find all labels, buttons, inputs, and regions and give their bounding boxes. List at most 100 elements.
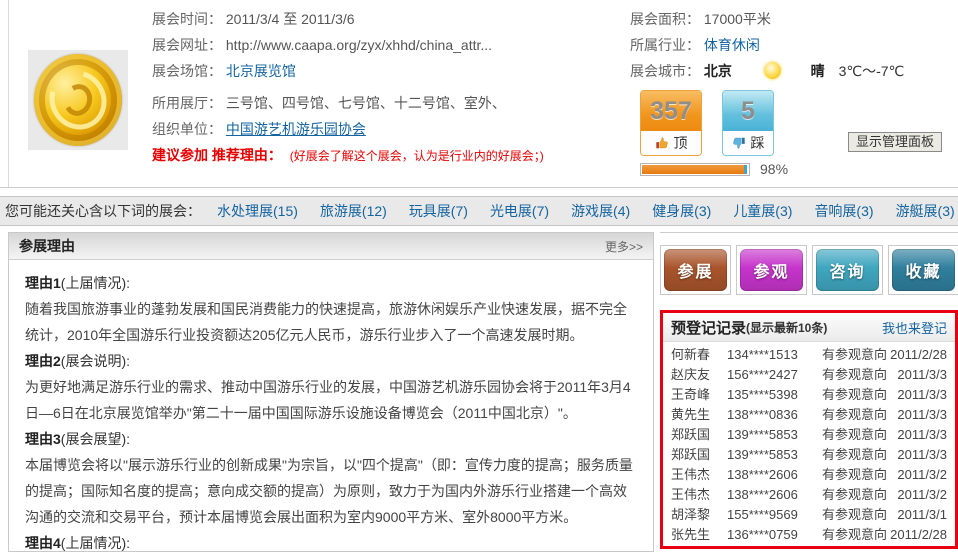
registry-row: 黄先生 138****0836 有参观意向 2011/3/3 (671, 405, 947, 425)
vote-down-button[interactable]: 5 踩 (722, 90, 774, 156)
weather-temperature: 3℃～-7℃ (839, 63, 905, 79)
registrant-phone: 136****0759 (727, 525, 822, 545)
halls-value: 三号馆、四号馆、七号馆、十二号馆、室外、 (226, 95, 506, 111)
action-cell: 参展 (660, 245, 731, 295)
keyword-link-toy[interactable]: 玩具展(7) (409, 201, 468, 221)
registrant-intent: 有参观意向 (822, 445, 897, 465)
keyword-link-yacht[interactable]: 游艇展(3) (896, 201, 955, 221)
info-row-time: 展会时间： 2011/3/4 至 2011/3/6 (152, 6, 622, 32)
keyword-link-water[interactable]: 水处理展(15) (217, 201, 298, 221)
organizer-label: 组织单位： (152, 121, 222, 137)
join-exhibit-button[interactable]: 参展 (664, 249, 727, 291)
registrant-name: 王伟杰 (671, 465, 727, 485)
info-row-industry: 所属行业： 体育休闲 (630, 32, 950, 58)
registrant-intent: 有参观意向 (822, 525, 890, 545)
registration-date: 2011/2/28 (890, 525, 947, 545)
registrant-name: 何新春 (671, 345, 727, 365)
registry-row: 张先生 136****0759 有参观意向 2011/2/28 (671, 525, 947, 545)
registrant-phone: 138****0836 (727, 405, 822, 425)
info-row-organizer: 组织单位： 中国游艺机游乐园协会 (152, 116, 622, 142)
registrant-name: 张先生 (671, 525, 727, 545)
registrant-name: 郑跃国 (671, 425, 727, 445)
reason-heading: 理由3(展会展望): (25, 426, 637, 452)
registrant-name: 王伟杰 (671, 485, 727, 505)
main-content: 参展理由 更多>> 理由1(上届情况): 随着我国旅游事业的蓬勃发展和国民消费能… (8, 232, 958, 552)
registrant-intent: 有参观意向 (822, 425, 897, 445)
registrant-phone: 139****5853 (727, 445, 822, 465)
registry-row: 郑跃国 139****5853 有参观意向 2011/3/3 (671, 445, 947, 465)
registry-row: 王奇峰 135****5398 有参观意向 2011/3/3 (671, 385, 947, 405)
city-value: 北京 (704, 63, 732, 79)
registration-date: 2011/3/3 (897, 365, 947, 385)
recommend-note: (好展会了解这个展会，认为是行业内的好展会；) (290, 149, 544, 163)
related-keywords-bar: 您可能还关心含以下词的展会： 水处理展(15) 旅游展(12) 玩具展(7) 光… (0, 196, 958, 226)
exhibition-detail-page: 展会时间： 2011/3/4 至 2011/3/6 展会网址： http://w… (0, 0, 958, 552)
exhibition-summary: 展会时间： 2011/3/4 至 2011/3/6 展会网址： http://w… (0, 0, 958, 188)
registrant-phone: 155****9569 (727, 505, 822, 525)
registry-row: 赵庆友 156****2427 有参观意向 2011/3/3 (671, 365, 947, 385)
consult-button[interactable]: 咨询 (816, 249, 879, 291)
preregistration-panel: 预登记记录 (显示最新10条) 我也来登记 何新春 134****1513 有参… (660, 310, 958, 549)
industry-link[interactable]: 体育休闲 (704, 37, 760, 53)
info-row-halls: 所用展厅： 三号馆、四号馆、七号馆、十二号馆、室外、 (152, 90, 622, 116)
reason-text: 为更好地满足游乐行业的需求、推动中国游乐行业的发展，中国游艺机游乐园协会将于20… (25, 374, 637, 426)
keyword-link-fitness[interactable]: 健身展(3) (652, 201, 711, 221)
registrant-phone: 138****2606 (727, 485, 822, 505)
info-row-recommend: 建议参加 推荐理由： (好展会了解这个展会，认为是行业内的好展会；) (152, 142, 622, 168)
preregistration-rows: 何新春 134****1513 有参观意向 2011/2/28 赵庆友 156*… (663, 342, 955, 545)
vote-down-count: 5 (723, 91, 773, 131)
keyword-link-game[interactable]: 游戏展(4) (571, 201, 630, 221)
reason-heading: 理由2(展会说明): (25, 348, 637, 374)
vote-down-strip: 踩 (723, 131, 773, 155)
exhibition-logo (28, 50, 128, 150)
reason-heading: 理由4(上届情况): (25, 530, 637, 552)
action-cell: 咨询 (812, 245, 883, 295)
registry-row: 胡泽黎 155****9569 有参观意向 2011/3/1 (671, 505, 947, 525)
registrant-name: 黄先生 (671, 405, 727, 425)
registrant-phone: 156****2427 (727, 365, 822, 385)
visit-button[interactable]: 参观 (740, 249, 803, 291)
registration-date: 2011/3/2 (897, 465, 947, 485)
venue-link[interactable]: 北京展览馆 (226, 63, 296, 79)
vote-up-label: 顶 (674, 133, 688, 153)
favorite-button[interactable]: 收藏 (892, 249, 955, 291)
registrant-phone: 138****2606 (727, 465, 822, 485)
reasons-panel-header: 参展理由 更多>> (9, 233, 653, 260)
keyword-link-optoelectronic[interactable]: 光电展(7) (490, 201, 549, 221)
show-admin-panel-button[interactable]: 显示管理面板 (848, 132, 942, 152)
keyword-link-children[interactable]: 儿童展(3) (733, 201, 792, 221)
vote-percent-label: 98% (760, 161, 788, 177)
thumb-down-icon (732, 136, 746, 150)
vote-progress-down-tip (744, 165, 747, 174)
exhibition-info-left: 展会时间： 2011/3/4 至 2011/3/6 展会网址： http://w… (152, 6, 622, 168)
registrant-phone: 134****1513 (727, 345, 822, 365)
organizer-link[interactable]: 中国游艺机游乐园协会 (226, 121, 366, 137)
website-value: http://www.caapa.org/zyx/xhhd/china_attr… (226, 37, 492, 53)
halls-label: 所用展厅： (152, 95, 222, 111)
info-row-venue: 展会场馆： 北京展览馆 (152, 58, 622, 84)
action-buttons-row: 参展 参观 咨询 收藏 (660, 232, 958, 295)
sun-weather-icon (764, 62, 781, 79)
keyword-link-travel[interactable]: 旅游展(12) (320, 201, 387, 221)
registry-row: 王伟杰 138****2606 有参观意向 2011/3/2 (671, 465, 947, 485)
register-too-link[interactable]: 我也来登记 (882, 318, 947, 337)
vote-progress-bar (640, 163, 750, 176)
vote-up-count: 357 (641, 91, 701, 131)
vote-progress-fill (642, 165, 744, 174)
info-row-city: 展会城市： 北京 晴 3℃～-7℃ (630, 58, 950, 84)
keyword-link-audio[interactable]: 音响展(3) (814, 201, 873, 221)
registration-date: 2011/2/28 (890, 345, 947, 365)
time-label: 展会时间： (152, 11, 222, 27)
registrant-intent: 有参观意向 (822, 385, 897, 405)
registry-row: 何新春 134****1513 有参观意向 2011/2/28 (671, 345, 947, 365)
action-cell: 收藏 (888, 245, 958, 295)
area-value: 17000平米 (704, 11, 771, 27)
more-link[interactable]: 更多>> (605, 238, 643, 255)
registrant-name: 王奇峰 (671, 385, 727, 405)
vote-up-button[interactable]: 357 顶 (640, 90, 702, 156)
gold-medal-icon (34, 54, 122, 146)
right-sidebar: 参展 参观 咨询 收藏 预登记记录 (显示最新10条) 我也来登记 (660, 232, 958, 549)
registrant-phone: 135****5398 (727, 385, 822, 405)
website-label: 展会网址： (152, 37, 222, 53)
reasons-body: 理由1(上届情况): 随着我国旅游事业的蓬勃发展和国民消费能力的快速提高，旅游休… (9, 260, 653, 552)
